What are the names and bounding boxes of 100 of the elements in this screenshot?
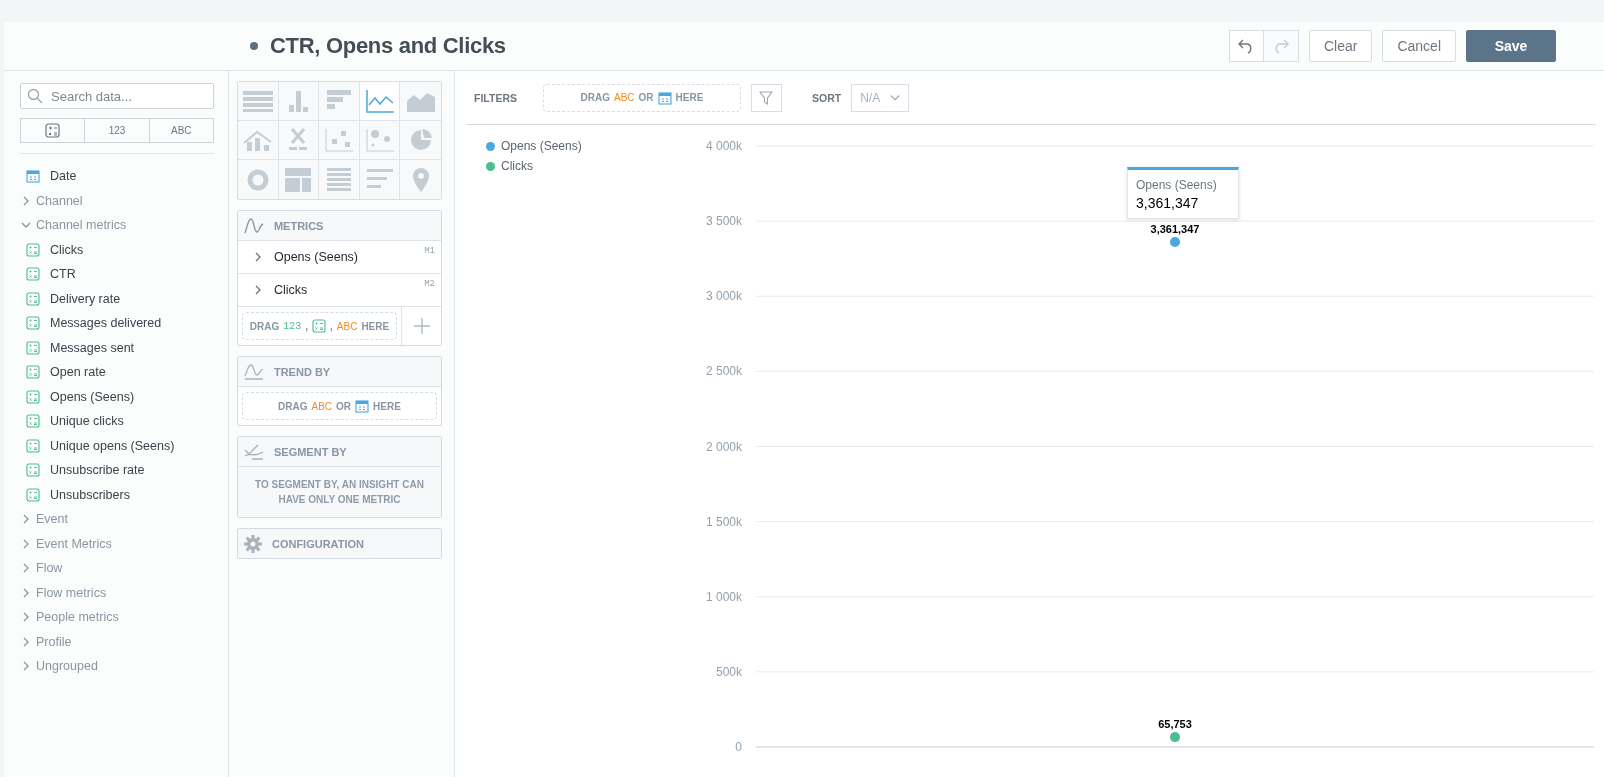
- chevron-icon: [22, 661, 30, 672]
- settings-icon: [243, 534, 262, 553]
- y-axis-label: 2 500k: [705, 364, 742, 379]
- metric-icon: [26, 365, 40, 380]
- data-point[interactable]: [1170, 732, 1180, 743]
- metric-icon: [312, 319, 327, 333]
- folder-item[interactable]: Flow: [20, 556, 214, 581]
- metric-row[interactable]: Opens (Seens) M1: [237, 241, 441, 274]
- add-button[interactable]: [401, 307, 441, 345]
- metric-item[interactable]: Unsubscribe rate: [20, 458, 214, 483]
- legend-item[interactable]: Opens (Seens): [486, 139, 684, 153]
- folder-item[interactable]: Channel: [20, 188, 214, 213]
- metric-icon: [26, 316, 40, 331]
- chevron-icon: [22, 195, 30, 206]
- undo-button[interactable]: [1228, 30, 1264, 62]
- y-axis-label: 0: [735, 740, 742, 754]
- y-axis-label: 1 500k: [705, 514, 742, 529]
- number-type-label: 123: [283, 320, 302, 332]
- trend-drop-zone[interactable]: DRAG ABC OR HERE: [241, 392, 437, 420]
- chart-type-button[interactable]: [319, 121, 360, 160]
- calendar-icon: [355, 399, 370, 413]
- drop-text: HERE: [373, 400, 401, 412]
- text-type-label: ABC: [336, 320, 358, 332]
- chevron-icon: [22, 587, 30, 598]
- metric-icon: [26, 291, 40, 306]
- metric-item[interactable]: Clicks: [20, 237, 214, 262]
- y-axis-label: 500k: [715, 664, 742, 679]
- section-title: TREND BY: [273, 365, 331, 378]
- folder-item[interactable]: Ungrouped: [20, 654, 214, 679]
- filters-label: FILTERS: [474, 91, 517, 104]
- folder-item[interactable]: Channel metrics: [20, 213, 214, 238]
- metric-tag: M2: [424, 279, 435, 289]
- metric-item[interactable]: Open rate: [20, 360, 214, 385]
- calendar-icon: [26, 169, 40, 184]
- chart-type-button[interactable]: [319, 82, 360, 121]
- chart-type-button[interactable]: [237, 121, 279, 160]
- chart-type-button[interactable]: [237, 160, 279, 199]
- metric-icon: [26, 438, 40, 453]
- date-item[interactable]: Date: [20, 164, 214, 189]
- chart-type-button[interactable]: [359, 121, 401, 160]
- metric-item[interactable]: Opens (Seens): [20, 384, 214, 409]
- metric-icon: [26, 414, 40, 429]
- tooltip-value: 3,361,347: [1136, 194, 1200, 211]
- chevron-icon: [22, 563, 30, 574]
- section-title: CONFIGURATION: [271, 537, 365, 550]
- text-type-label: ABC: [311, 400, 333, 412]
- y-axis-label: 2 000k: [705, 439, 742, 454]
- save-button[interactable]: Save: [1466, 30, 1556, 62]
- data-label: 3,361,347: [1150, 222, 1200, 235]
- metric-item[interactable]: Delivery rate: [20, 286, 214, 311]
- metric-item[interactable]: Messages delivered: [20, 311, 214, 336]
- chart-type-button[interactable]: [278, 82, 320, 121]
- metric-icon: [26, 463, 40, 478]
- drop-text: DRAG: [580, 92, 611, 103]
- folder-item[interactable]: Flow metrics: [20, 580, 214, 605]
- tooltip-series: Opens (Seens): [1136, 177, 1218, 192]
- metric-icon: [26, 267, 40, 282]
- insight-title[interactable]: CTR, Opens and Clicks: [270, 33, 506, 59]
- filter-button[interactable]: [751, 83, 782, 112]
- drop-text: DRAG: [278, 400, 308, 412]
- wave-icon: [243, 217, 264, 234]
- header-button[interactable]: Cancel: [1382, 30, 1456, 62]
- legend-item[interactable]: Clicks: [486, 159, 684, 173]
- trend-icon: [243, 363, 264, 380]
- chart-type-button[interactable]: [237, 82, 279, 121]
- drop-text: OR: [336, 400, 352, 412]
- metric-name: Opens (Seens): [273, 250, 359, 264]
- chart-type-button[interactable]: [400, 82, 441, 121]
- metric-icon: [26, 340, 40, 355]
- y-axis-label: 4 000k: [705, 139, 742, 153]
- type-filter-button[interactable]: ABC: [149, 118, 214, 143]
- data-point[interactable]: [1170, 236, 1180, 247]
- data-label: 65,753: [1158, 718, 1192, 731]
- header-button[interactable]: Clear: [1308, 30, 1373, 62]
- chart-type-button[interactable]: [359, 82, 401, 121]
- metric-item[interactable]: Messages sent: [20, 335, 214, 360]
- folder-item[interactable]: Event: [20, 507, 214, 532]
- calendar-icon: [657, 90, 672, 105]
- type-filter-button[interactable]: [20, 118, 86, 143]
- chart-type-button[interactable]: [278, 121, 320, 160]
- chevron-icon: [22, 538, 30, 549]
- drop-text: DRAG: [249, 320, 280, 332]
- drop-text: HERE: [361, 320, 390, 332]
- metric-icon: [26, 487, 40, 502]
- type-filter-button[interactable]: 123: [85, 118, 150, 143]
- y-axis-label: 3 500k: [705, 214, 742, 229]
- folder-item[interactable]: Event Metrics: [20, 531, 214, 556]
- y-axis-label: 3 000k: [705, 289, 742, 304]
- search-field[interactable]: Search data...: [20, 83, 214, 109]
- filter-drop-zone[interactable]: DRAG ABC OR HERE: [543, 83, 741, 112]
- metric-drop-zone[interactable]: DRAG 123 , , ABC HERE: [241, 312, 397, 340]
- y-axis-label: 1 000k: [705, 589, 742, 604]
- section-title: METRICS: [273, 219, 324, 232]
- metric-icon: [26, 389, 40, 404]
- folder-item[interactable]: People metrics: [20, 605, 214, 630]
- metric-item[interactable]: CTR: [20, 262, 214, 287]
- metric-item[interactable]: Unique clicks: [20, 409, 214, 434]
- metric-item[interactable]: Unsubscribers: [20, 482, 214, 507]
- folder-item[interactable]: Profile: [20, 629, 214, 654]
- metric-item[interactable]: Unique opens (Seens): [20, 433, 214, 458]
